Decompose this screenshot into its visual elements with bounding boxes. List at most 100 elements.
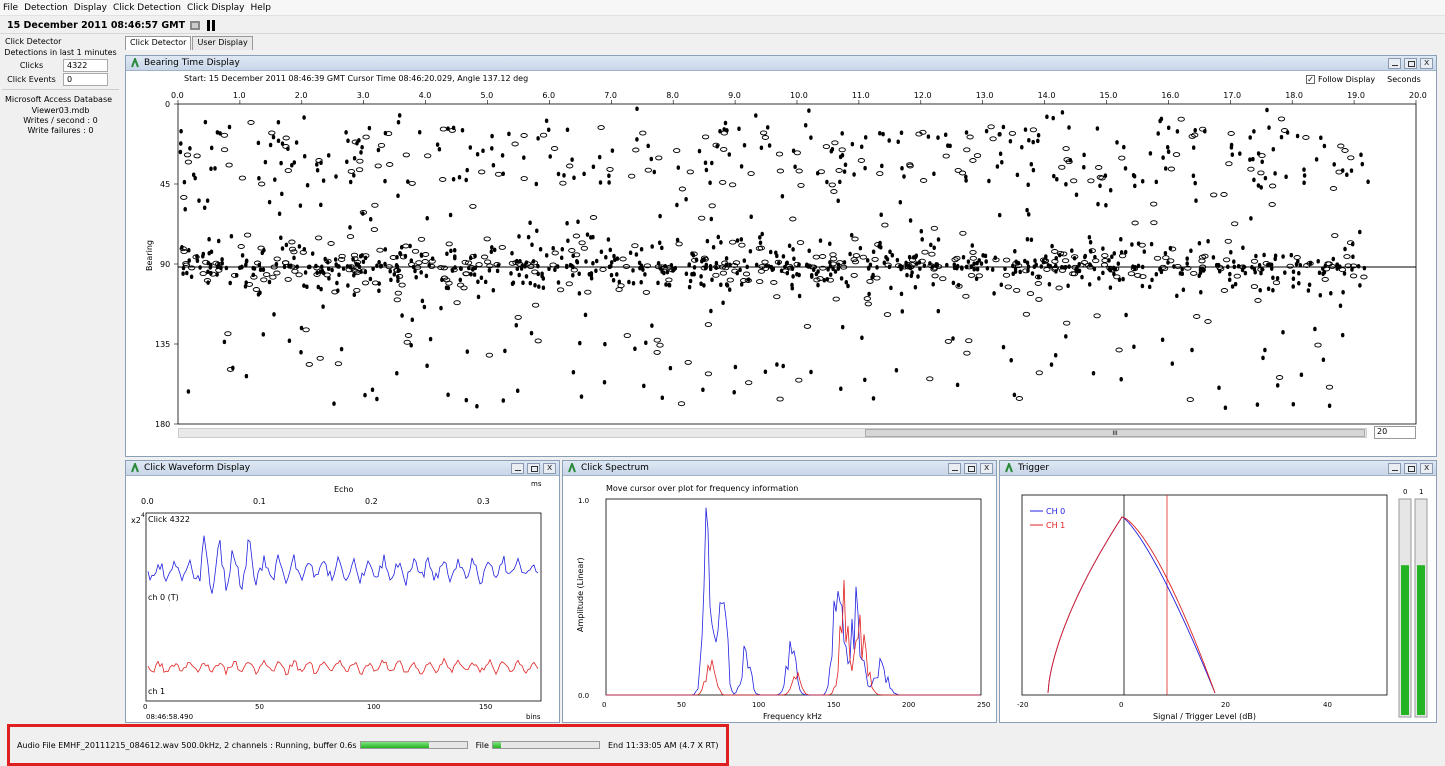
- click-detection-mark: [1025, 260, 1030, 265]
- minimize-icon[interactable]: [1388, 463, 1401, 474]
- click-detection-mark: [403, 253, 408, 259]
- click-detection-mark: [816, 282, 820, 288]
- settings-icon[interactable]: [189, 20, 201, 31]
- click-detection-mark: [1119, 236, 1123, 242]
- menu-file[interactable]: File: [3, 3, 18, 13]
- click-detection-mark: [995, 164, 1000, 169]
- legend-ch0: CH 0: [1046, 507, 1065, 516]
- menu-detection[interactable]: Detection: [24, 3, 68, 13]
- click-detection-mark: [284, 242, 289, 248]
- click-detection-mark: [919, 228, 924, 234]
- click-detection-mark: [435, 142, 440, 147]
- waveform-title: Click Waveform Display: [144, 463, 251, 473]
- click-detection-mark: [603, 341, 607, 347]
- menu-click-display[interactable]: Click Display: [187, 3, 244, 13]
- close-icon[interactable]: [1420, 463, 1433, 474]
- follow-checkbox[interactable]: ✓: [1306, 75, 1315, 84]
- click-detection-mark: [1291, 269, 1296, 275]
- click-detection-mark: [388, 269, 392, 274]
- click-detection-mark: [936, 135, 940, 140]
- menu-click-detection[interactable]: Click Detection: [113, 3, 181, 13]
- click-detection-mark: [803, 122, 808, 128]
- click-detection-mark: [719, 282, 723, 287]
- maximize-icon[interactable]: [1404, 58, 1417, 69]
- click-detection-mark: [748, 249, 753, 254]
- click-detection-mark: [767, 143, 772, 148]
- click-detection-mark: [902, 174, 906, 179]
- click-detection-mark: [828, 260, 832, 265]
- click-detection-mark: [890, 252, 895, 258]
- click-detection-mark: [878, 131, 882, 136]
- menu-display[interactable]: Display: [74, 3, 107, 13]
- click-detection-mark: [398, 251, 402, 256]
- minimize-icon[interactable]: [511, 463, 524, 474]
- click-detection-mark: [452, 247, 457, 253]
- level-meter-fill-0: [1401, 565, 1409, 715]
- minimize-icon[interactable]: [948, 463, 961, 474]
- minimize-icon[interactable]: [1388, 58, 1401, 69]
- click-detection-mark: [1087, 282, 1092, 287]
- horizontal-scrollbar[interactable]: III: [178, 428, 1367, 438]
- spectrum-xtick: 0: [602, 701, 606, 709]
- click-detection-mark: [1265, 107, 1269, 113]
- click-detection-mark: [1298, 262, 1303, 268]
- bearing-plot[interactable]: 0.0 1.0 2.0 3.0 4.0 5.0 6.0 7.0 8.0 9.0 10.0 11.0 12…: [126, 86, 1436, 456]
- click-detection-mark: [742, 258, 747, 263]
- click-detection-mark: [359, 269, 363, 274]
- click-detection-mark: [352, 173, 356, 178]
- time-span-spinner[interactable]: 20: [1374, 426, 1416, 439]
- waveform-plot[interactable]: Echo ms 0.0 0.1 0.2 0.3 x2 4 Click 4322 ch …: [126, 477, 559, 723]
- spectrum-xtick: 100: [752, 701, 765, 709]
- click-detection-mark: [501, 171, 505, 176]
- click-detection-mark: [413, 268, 417, 274]
- click-detection-mark: [635, 137, 639, 142]
- clicks-label: Clicks: [19, 60, 44, 70]
- click-detection-mark: [187, 247, 191, 253]
- click-detection-mark: [450, 268, 455, 273]
- close-icon[interactable]: [980, 463, 993, 474]
- click-detection-mark: [1025, 207, 1029, 213]
- legend-ch1: CH 1: [1046, 521, 1065, 530]
- click-detection-mark: [209, 145, 214, 151]
- click-detection-mark: [656, 280, 660, 286]
- menu-help[interactable]: Help: [251, 3, 272, 13]
- click-detection-mark: [396, 193, 400, 198]
- click-detection-mark: [952, 262, 957, 267]
- click-detection-mark: [181, 271, 185, 276]
- click-detection-mark: [469, 272, 473, 277]
- click-detection-mark: [476, 294, 481, 300]
- tab-click-detector[interactable]: Click Detector: [125, 36, 192, 50]
- trigger-xlabel: Signal / Trigger Level (dB): [1153, 712, 1256, 721]
- maximize-icon[interactable]: [1404, 463, 1417, 474]
- tab-user-display[interactable]: User Display: [192, 36, 253, 50]
- pause-icon[interactable]: [205, 19, 217, 31]
- click-detection-mark: [1060, 110, 1065, 115]
- maximize-icon[interactable]: [527, 463, 540, 474]
- click-detection-mark: [1148, 151, 1153, 156]
- ch0-label: ch 0 (T): [148, 593, 179, 602]
- click-detection-mark: [1299, 372, 1304, 377]
- maximize-icon[interactable]: [964, 463, 977, 474]
- click-detection-mark: [526, 234, 531, 240]
- click-detection-mark: [932, 171, 936, 176]
- close-icon[interactable]: [1420, 58, 1433, 69]
- click-detection-mark: [428, 336, 433, 342]
- click-detection-mark: [507, 131, 511, 137]
- click-detection-mark: [279, 160, 283, 166]
- scrollbar-thumb[interactable]: III: [865, 429, 1365, 437]
- click-detection-mark: [465, 349, 470, 354]
- click-detection-mark: [871, 249, 876, 255]
- click-detection-mark: [1140, 178, 1145, 184]
- click-detection-mark: [687, 262, 691, 268]
- click-detection-mark: [1108, 187, 1113, 193]
- click-detection-mark: [1050, 243, 1054, 249]
- click-detection-mark: [1165, 144, 1170, 150]
- click-detection-mark: [1314, 157, 1319, 162]
- click-detection-mark: [770, 267, 775, 273]
- spectrum-plot[interactable]: Move cursor over plot for frequency info…: [563, 477, 996, 723]
- close-icon[interactable]: [543, 463, 556, 474]
- menu-bar: File Detection Display Click Detection C…: [0, 0, 1445, 16]
- trigger-plot[interactable]: CH 0 CH 1 -20 0 20 40 Signal / Trigger Leve…: [1000, 477, 1436, 723]
- click-detection-mark: [926, 134, 931, 139]
- click-detection-mark: [899, 291, 904, 297]
